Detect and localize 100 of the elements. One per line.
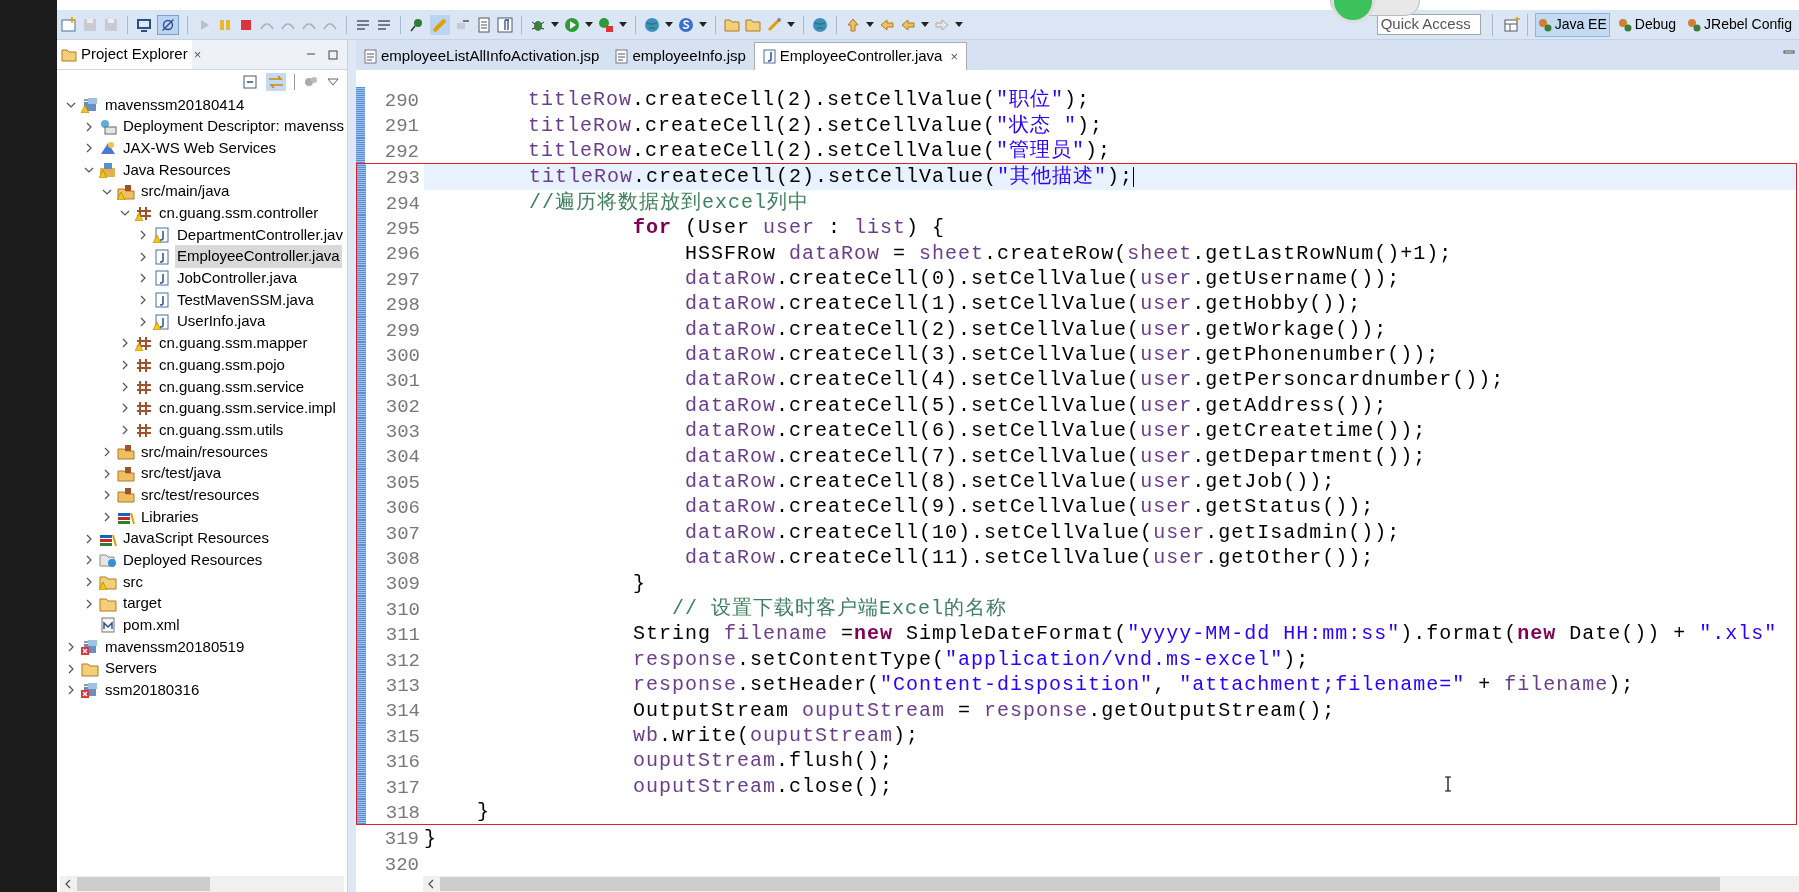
- tree-item[interactable]: DepartmentController.jav: [175, 223, 345, 247]
- chevron-right-icon[interactable]: [84, 555, 94, 566]
- tree-item[interactable]: target: [121, 592, 164, 615]
- chevron-right-icon[interactable]: [102, 511, 112, 522]
- globe-icon[interactable]: [644, 16, 660, 33]
- line-number: 312: [384, 648, 421, 672]
- chevron-right-icon[interactable]: [120, 338, 130, 349]
- chevron-right-icon[interactable]: [120, 360, 130, 371]
- tree-item[interactable]: Servers: [103, 657, 159, 680]
- tree-item[interactable]: mavenssm20180414: [103, 94, 247, 117]
- explorer-tab[interactable]: Project Explorer: [57, 40, 192, 69]
- chevron-right-icon[interactable]: [66, 642, 76, 653]
- chevron-right-icon[interactable]: [66, 663, 76, 674]
- dropdown-caret-icon[interactable]: [585, 21, 593, 28]
- tree-item[interactable]: pom.xml: [121, 614, 182, 637]
- collapse-all-icon[interactable]: [242, 74, 258, 90]
- scroll-left-icon[interactable]: [426, 879, 436, 889]
- chevron-right-icon[interactable]: [138, 273, 148, 284]
- dropdown-caret-icon[interactable]: [699, 21, 707, 28]
- chevron-right-icon[interactable]: [138, 251, 148, 262]
- tree-item[interactable]: ssm20180316: [103, 679, 202, 702]
- tree-item[interactable]: JavaScript Resources: [121, 527, 271, 550]
- chevron-right-icon[interactable]: [66, 685, 76, 696]
- tree-item[interactable]: cn.guang.ssm.controller: [157, 202, 321, 225]
- editor-tab[interactable]: EmployeeController.java ×: [753, 42, 968, 70]
- maximize-icon[interactable]: [327, 48, 339, 61]
- chevron-right-icon[interactable]: [84, 121, 94, 132]
- tree-item[interactable]: JobController.java: [175, 267, 300, 290]
- tree-item[interactable]: src/main/resources: [139, 440, 270, 464]
- package-icon: [135, 378, 153, 395]
- line-number: 310: [384, 597, 421, 622]
- dropdown-caret-icon[interactable]: [955, 21, 963, 28]
- chevron-right-icon[interactable]: [84, 576, 94, 587]
- horizontal-scrollbar[interactable]: [60, 876, 344, 892]
- tree-item[interactable]: EmployeeController.java: [175, 245, 342, 268]
- close-icon[interactable]: ×: [950, 46, 959, 67]
- tree-item[interactable]: Deployment Descriptor: mavenss: [121, 115, 346, 138]
- horizontal-scrollbar[interactable]: [423, 876, 1799, 892]
- chevron-right-icon[interactable]: [102, 446, 112, 457]
- chevron-right-icon[interactable]: [120, 403, 130, 414]
- tree-item[interactable]: cn.guang.ssm.service: [157, 375, 307, 399]
- pin-icon[interactable]: [409, 16, 425, 33]
- run-stop-icon[interactable]: [598, 16, 614, 33]
- text-caret: [1133, 166, 1135, 187]
- perspective-button[interactable]: Java EE: [1534, 12, 1610, 37]
- tree-item[interactable]: src/test/resources: [139, 483, 262, 507]
- line-number: 319: [383, 827, 420, 851]
- document-icon[interactable]: [476, 16, 492, 33]
- chevron-right-icon[interactable]: [102, 490, 112, 501]
- close-icon[interactable]: ×: [193, 44, 202, 65]
- chevron-right-icon[interactable]: [138, 295, 148, 306]
- tree-item[interactable]: cn.guang.ssm.pojo: [157, 353, 287, 377]
- tree-item[interactable]: JAX-WS Web Services: [121, 136, 279, 160]
- paragraph-icon[interactable]: [497, 16, 513, 33]
- run-icon[interactable]: [564, 16, 580, 33]
- code-line: dataRow.createCell(1).setCellValue(user.getHobby());: [684, 291, 1362, 317]
- view-menu-icon[interactable]: [327, 77, 339, 87]
- line-number: 295: [384, 216, 421, 241]
- scroll-left-icon[interactable]: [63, 879, 73, 889]
- s-badge-icon[interactable]: [678, 16, 694, 33]
- chevron-right-icon[interactable]: [84, 143, 94, 154]
- perspective-button[interactable]: Debug: [1614, 12, 1680, 37]
- dropdown-caret-icon[interactable]: [921, 21, 929, 28]
- chevron-right-icon[interactable]: [84, 598, 94, 609]
- skip-breakpoints-icon[interactable]: [157, 14, 179, 35]
- tree-item[interactable]: UserInfo.java: [175, 310, 268, 333]
- code-line: response.setHeader("Content-disposition", "attachment;filename=" + filename);: [632, 672, 1635, 698]
- tree-item[interactable]: cn.guang.ssm.service.impl: [157, 397, 338, 420]
- tree-item[interactable]: Deployed Resources: [121, 549, 265, 572]
- open-perspective-icon[interactable]: [1503, 16, 1520, 33]
- tree-item[interactable]: Java Resources: [121, 158, 233, 182]
- quick-access-field[interactable]: Quick Access: [1376, 14, 1481, 35]
- tree-item[interactable]: cn.guang.ssm.utils: [157, 418, 286, 442]
- tree-item[interactable]: src/main/java: [139, 180, 232, 203]
- code-line: titleRow.createCell(2).setCellValue("状态 ");: [527, 112, 1104, 138]
- editor-tab[interactable]: employeeListAllInfoActivation.jsp: [356, 42, 608, 70]
- perspective-button[interactable]: JRebel Config: [1684, 12, 1795, 37]
- line-number: 297: [384, 267, 421, 292]
- dropdown-caret-icon[interactable]: [866, 21, 874, 28]
- tree-item[interactable]: src/test/java: [139, 462, 224, 485]
- dropdown-caret-icon[interactable]: [619, 21, 627, 28]
- chevron-right-icon[interactable]: [138, 316, 148, 327]
- tree-item[interactable]: src: [121, 570, 145, 594]
- dropdown-caret-icon[interactable]: [551, 21, 559, 28]
- chevron-right-icon[interactable]: [120, 381, 130, 392]
- tree-item[interactable]: Libraries: [139, 505, 201, 529]
- tree-item[interactable]: cn.guang.ssm.mapper: [157, 332, 310, 355]
- chevron-right-icon[interactable]: [102, 468, 112, 479]
- code-line: dataRow.createCell(3).setCellValue(user.getPhonenumber());: [684, 342, 1440, 368]
- globe-icon[interactable]: [812, 16, 828, 33]
- monitor-icon[interactable]: [136, 16, 152, 33]
- chevron-right-icon[interactable]: [120, 425, 130, 436]
- dropdown-caret-icon[interactable]: [665, 21, 673, 28]
- chevron-right-icon[interactable]: [138, 229, 148, 240]
- dropdown-caret-icon[interactable]: [787, 21, 795, 28]
- tree-item[interactable]: mavenssm20180519: [103, 635, 247, 659]
- line-number: 314: [384, 699, 421, 723]
- chevron-right-icon[interactable]: [84, 533, 94, 544]
- editor-tab[interactable]: employeeInfo.jsp: [607, 42, 754, 70]
- tree-item[interactable]: TestMavenSSM.java: [175, 288, 316, 312]
